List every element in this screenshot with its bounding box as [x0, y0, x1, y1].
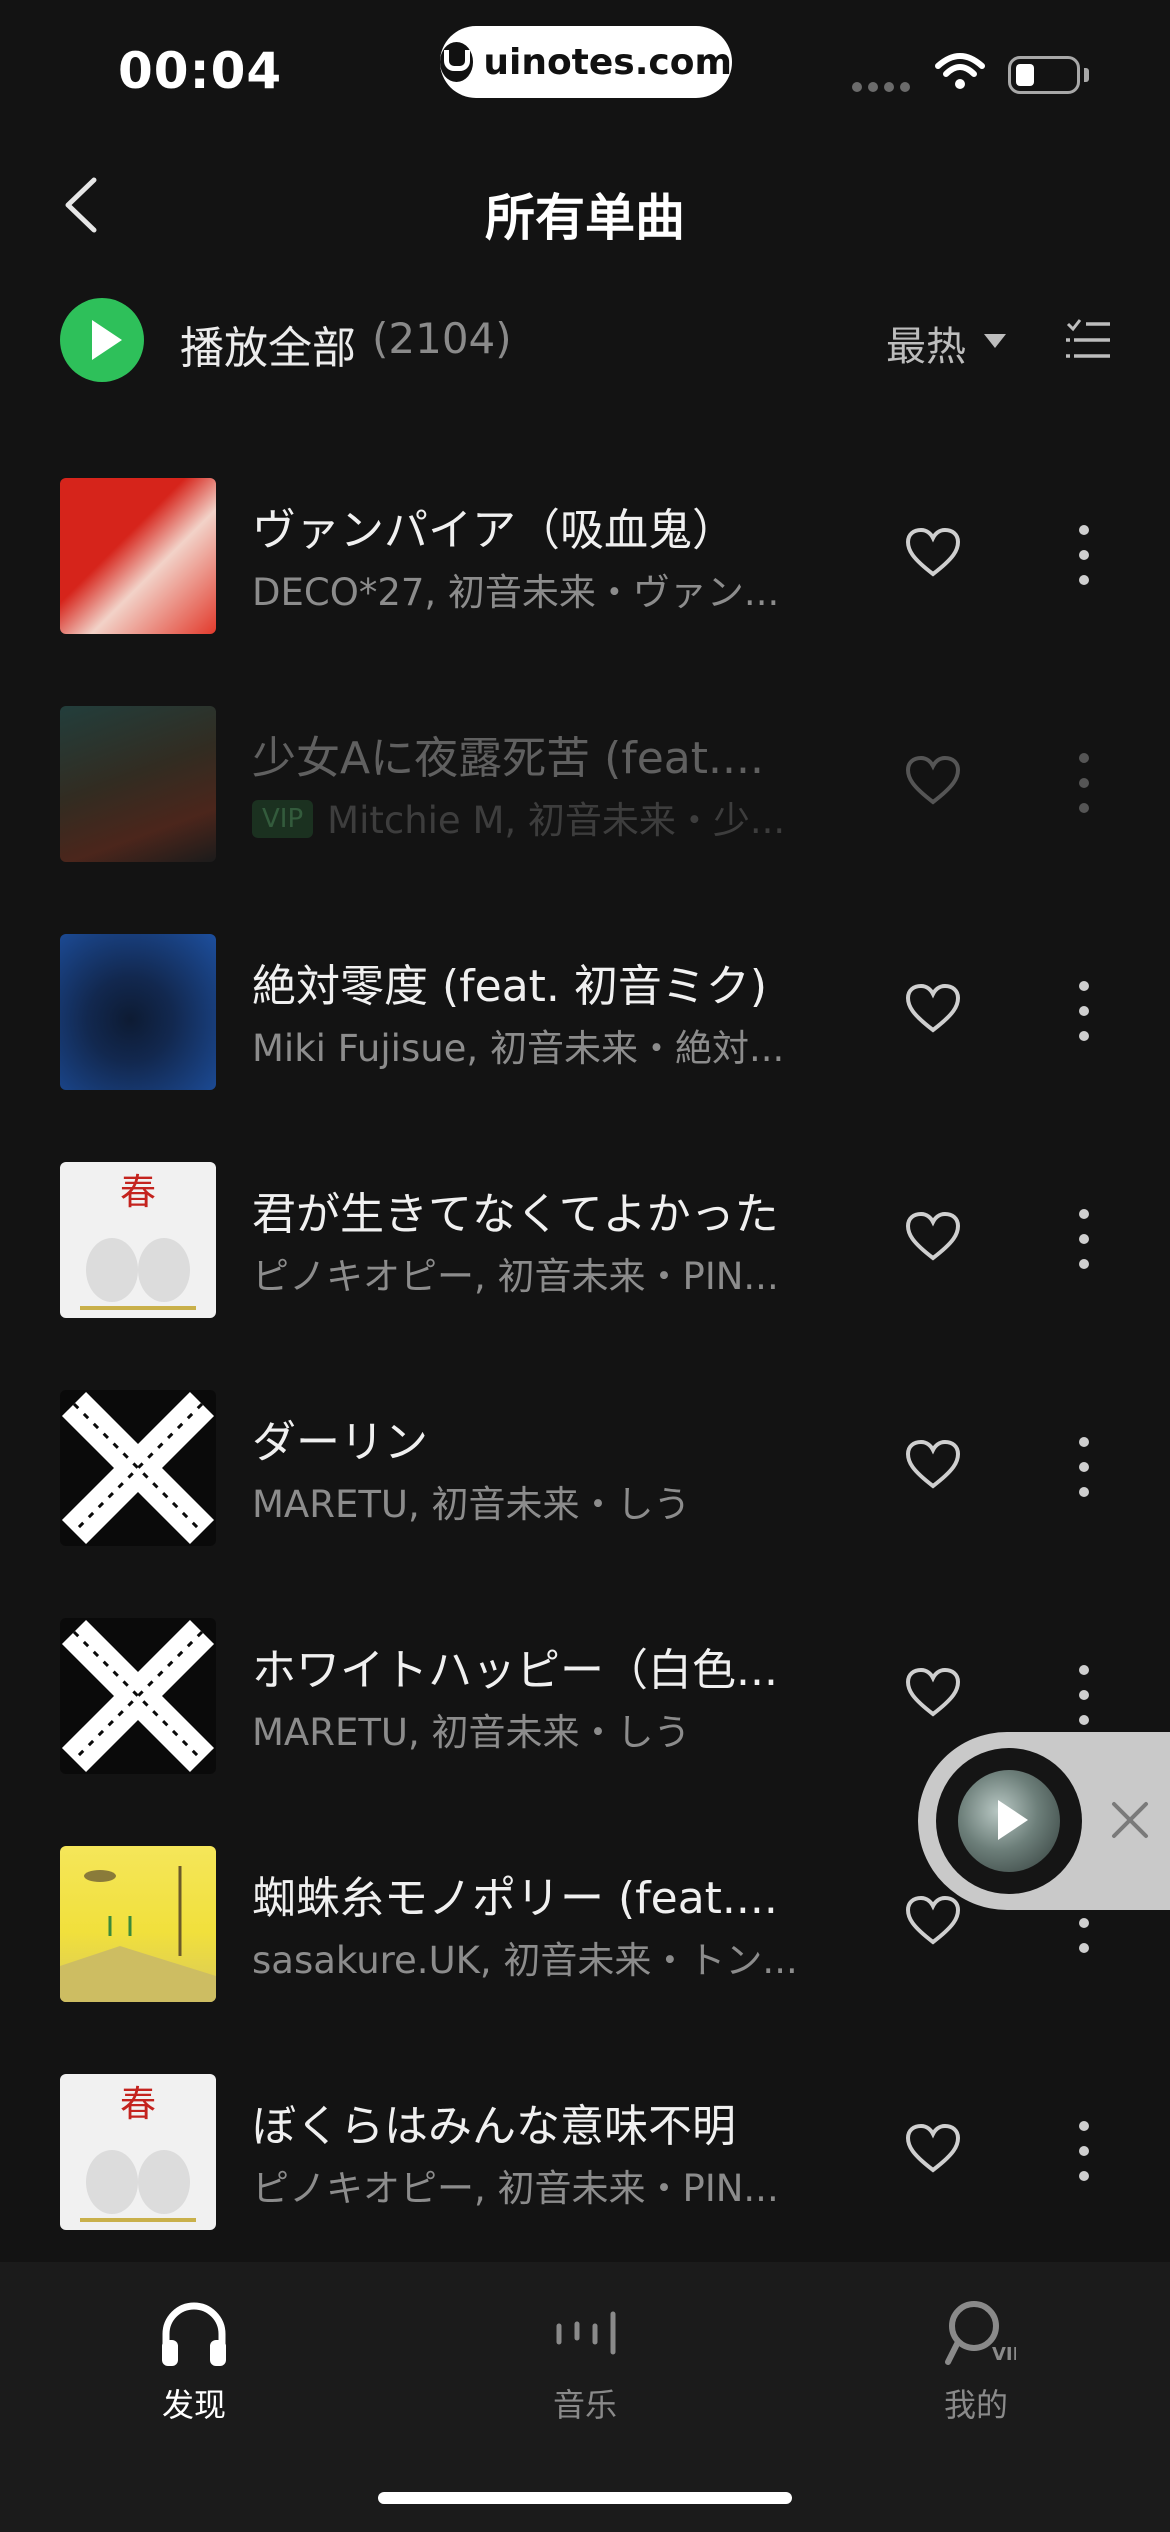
album-cover	[60, 478, 216, 634]
song-title: 蜘蛛糸モノポリー (feat....	[252, 1873, 778, 1924]
song-subtitle: DECO*27, 初音未来・ヴァン...	[252, 562, 832, 616]
song-subtitle: sasakure.UK, 初音未来・トン...	[252, 1930, 832, 1984]
tab-label: 我的	[943, 2386, 1008, 2424]
album-cover	[60, 1846, 216, 2002]
song-title: ぼくらはみんな意味不明	[252, 2101, 736, 2152]
multi-select-list-icon[interactable]	[1066, 318, 1112, 362]
song-subtitle: Miki Fujisue, 初音未来・絶対...	[252, 1018, 832, 1072]
heart-icon[interactable]	[906, 1212, 960, 1262]
uinotes-logo-icon	[440, 42, 474, 82]
heart-icon[interactable]	[906, 1668, 960, 1718]
heart-icon[interactable]	[906, 984, 960, 1034]
album-cover: 春	[60, 2074, 216, 2230]
all-songs-screen: 00:04 uinotes.com 所有单曲 播放全部 (2104) 最热 ヴァ…	[0, 0, 1170, 2532]
music-bars-icon	[556, 2311, 616, 2355]
song-title: 君が生きてなくてよかった	[252, 1189, 779, 1240]
song-artist-album: DECO*27, 初音未来・ヴァン...	[252, 571, 780, 614]
song-subtitle: ピノキオピー, 初音未来・PIN...	[252, 1246, 832, 1300]
song-count: (2104)	[372, 314, 512, 363]
more-options-icon[interactable]	[1072, 520, 1096, 590]
tab-mine[interactable]: VIP 我的	[876, 2294, 1076, 2426]
heart-icon[interactable]	[906, 2124, 960, 2174]
more-options-icon[interactable]	[1072, 1660, 1096, 1730]
now-playing-disc[interactable]	[936, 1748, 1082, 1894]
floating-mini-player[interactable]	[918, 1732, 1170, 1910]
song-title: 絶対零度 (feat. 初音ミク)	[252, 961, 768, 1012]
vip-user-icon: VIP	[945, 2301, 1016, 2365]
song-subtitle: VIP Mitchie M, 初音未来・少...	[252, 790, 832, 844]
song-row[interactable]: ダーリン MARETU, 初音未来・しう	[0, 1382, 1170, 1610]
song-title: 少女Aに夜露死苦 (feat....	[252, 733, 764, 784]
more-options-icon[interactable]	[1072, 976, 1096, 1046]
album-cover: 春	[60, 1162, 216, 1318]
album-cover	[60, 1390, 216, 1546]
tab-music[interactable]: 音乐	[485, 2294, 685, 2426]
more-options-icon[interactable]	[1072, 748, 1096, 818]
tab-label: 音乐	[552, 2386, 617, 2424]
close-icon[interactable]	[1102, 1792, 1158, 1848]
headphones-icon	[162, 2302, 226, 2366]
play-icon[interactable]	[958, 1770, 1060, 1872]
album-cover	[60, 1618, 216, 1774]
more-options-icon[interactable]	[1072, 2116, 1096, 2186]
url-pill: uinotes.com	[440, 26, 732, 98]
page-title: 所有单曲	[485, 189, 685, 247]
play-all-row: 播放全部 (2104) 最热	[0, 290, 1170, 390]
play-all-label[interactable]: 播放全部	[180, 312, 356, 376]
url-text: uinotes.com	[483, 41, 732, 83]
song-row[interactable]: 春 君が生きてなくてよかった ピノキオピー, 初音未来・PIN...	[0, 1154, 1170, 1382]
play-all-button[interactable]	[60, 298, 144, 382]
song-artist-album: Miki Fujisue, 初音未来・絶対...	[252, 1027, 785, 1070]
heart-icon[interactable]	[906, 1896, 960, 1946]
svg-text:VIP: VIP	[992, 2344, 1016, 2365]
sort-dropdown[interactable]: 最热	[886, 314, 966, 372]
song-row[interactable]: ヴァンパイア（吸血鬼） DECO*27, 初音未来・ヴァン...	[0, 470, 1170, 698]
song-subtitle: MARETU, 初音未来・しう	[252, 1474, 832, 1528]
status-bar: 00:04 uinotes.com	[0, 0, 1170, 130]
song-artist-album: sasakure.UK, 初音未来・トン...	[252, 1939, 798, 1982]
tab-label: 发现	[161, 2386, 226, 2424]
album-cover	[60, 934, 216, 1090]
vip-badge: VIP	[252, 800, 314, 838]
song-title: ホワイトハッピー（白色...	[252, 1645, 778, 1696]
more-options-icon[interactable]	[1072, 1204, 1096, 1274]
song-row[interactable]: 少女Aに夜露死苦 (feat.... VIP Mitchie M, 初音未来・少.…	[0, 698, 1170, 926]
svg-text:春: 春	[120, 2084, 156, 2125]
tab-discover[interactable]: 发现	[94, 2294, 294, 2426]
battery-icon	[1008, 56, 1080, 94]
song-row[interactable]: 絶対零度 (feat. 初音ミク) Miki Fujisue, 初音未来・絶対.…	[0, 926, 1170, 1154]
heart-icon[interactable]	[906, 1440, 960, 1490]
song-subtitle: ピノキオピー, 初音未来・PIN...	[252, 2158, 832, 2212]
status-time: 00:04	[118, 42, 283, 100]
battery-cap	[1084, 68, 1089, 82]
song-artist-album: MARETU, 初音未来・しう	[252, 1483, 691, 1526]
song-title: ヴァンパイア（吸血鬼）	[252, 505, 736, 556]
album-cover	[60, 706, 216, 862]
heart-icon[interactable]	[906, 756, 960, 806]
song-artist-album: MARETU, 初音未来・しう	[252, 1711, 691, 1754]
song-row[interactable]: 春 ぼくらはみんな意味不明 ピノキオピー, 初音未来・PIN...	[0, 2066, 1170, 2294]
heart-icon[interactable]	[906, 528, 960, 578]
song-subtitle: MARETU, 初音未来・しう	[252, 1702, 832, 1756]
svg-text:春: 春	[120, 1172, 156, 1213]
song-artist-album: ピノキオピー, 初音未来・PIN...	[252, 2167, 779, 2210]
wifi-icon	[935, 53, 985, 89]
cellular-signal-icon	[852, 82, 910, 92]
song-artist-album: Mitchie M, 初音未来・少...	[327, 799, 786, 842]
caret-down-icon[interactable]	[984, 334, 1006, 348]
more-options-icon[interactable]	[1072, 1432, 1096, 1502]
home-indicator	[378, 2492, 792, 2504]
song-artist-album: ピノキオピー, 初音未来・PIN...	[252, 1255, 779, 1298]
song-title: ダーリン	[252, 1417, 428, 1468]
